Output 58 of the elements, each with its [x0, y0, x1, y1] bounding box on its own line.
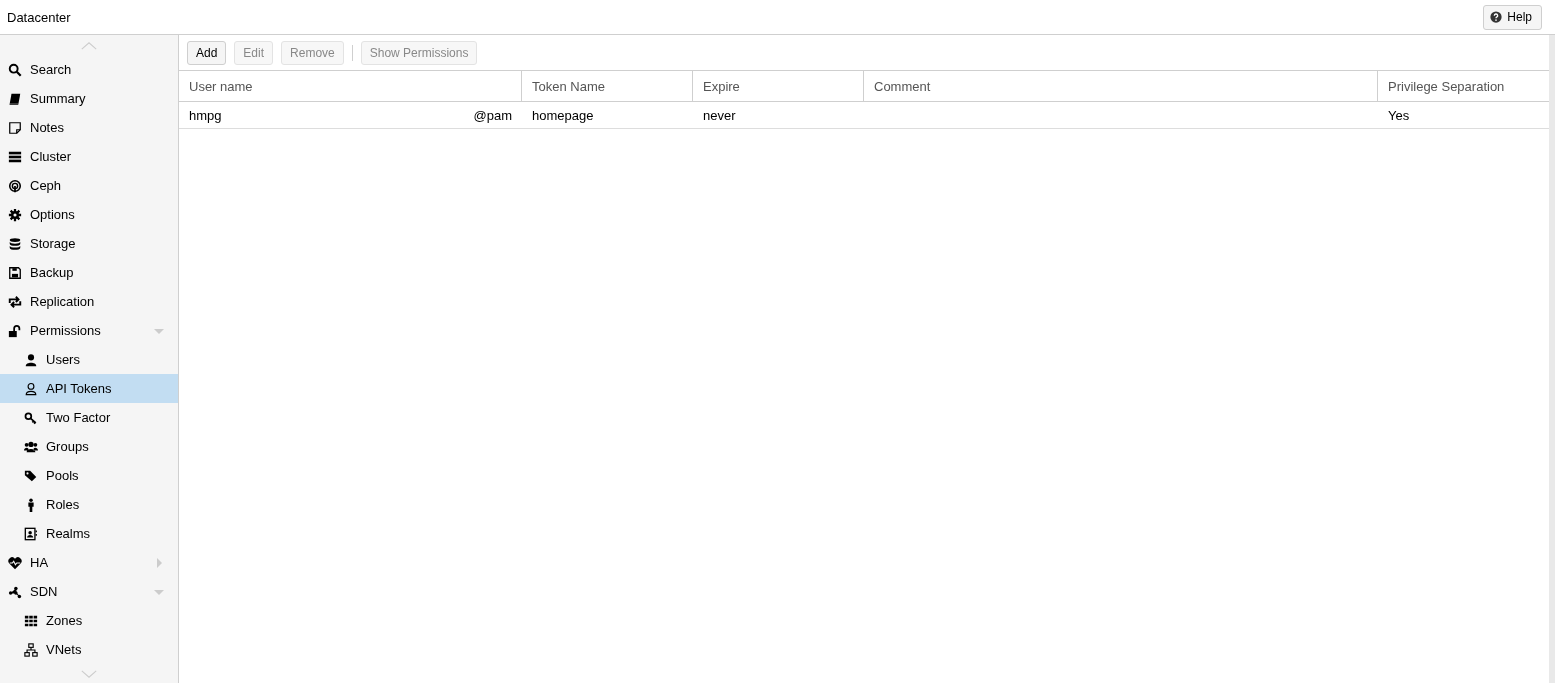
sidebar-item[interactable]: Groups — [0, 432, 178, 461]
scroll-down-icon[interactable] — [80, 669, 98, 679]
id-card-icon — [24, 526, 38, 541]
database-icon — [8, 236, 22, 251]
signal-icon — [8, 178, 22, 193]
column-header[interactable]: Expire — [693, 71, 864, 101]
sidebar-item[interactable]: Ceph — [0, 171, 178, 200]
scroll-up-icon[interactable] — [80, 40, 98, 50]
sidebar-item[interactable]: Summary — [0, 84, 178, 113]
sidebar-item[interactable]: VNets — [0, 635, 178, 664]
help-icon — [1490, 11, 1503, 23]
users-icon — [24, 439, 38, 454]
table-cell: Yes — [1388, 107, 1410, 123]
column-header[interactable]: User name — [179, 71, 522, 101]
sidebar-item[interactable]: HA — [0, 548, 178, 577]
expand-caret-icon[interactable] — [154, 557, 164, 568]
nodes-icon — [8, 584, 22, 599]
server-icon — [8, 149, 22, 164]
table-cell: hmpg — [189, 107, 222, 123]
sidebar-item[interactable]: Options — [0, 200, 178, 229]
column-header[interactable]: Comment — [864, 71, 1378, 101]
sidebar-item[interactable]: Replication — [0, 287, 178, 316]
search-icon — [8, 62, 22, 77]
column-header[interactable]: Token Name — [522, 71, 693, 101]
tags-icon — [24, 468, 38, 483]
user-icon — [24, 352, 38, 367]
sidebar-item[interactable]: Search — [0, 55, 178, 84]
sidebar-item[interactable]: API Tokens — [0, 374, 178, 403]
user-outline-icon — [24, 381, 38, 396]
sidebar-item[interactable]: Realms — [0, 519, 178, 548]
sidebar-item[interactable]: Cluster — [0, 142, 178, 171]
header-title: Datacenter — [7, 9, 71, 25]
sidebar-item[interactable]: Two Factor — [0, 403, 178, 432]
table-cell: never — [703, 107, 736, 123]
table-cell: @pam — [473, 107, 512, 123]
gear-icon — [8, 207, 22, 222]
column-header[interactable]: Privilege Separation — [1378, 71, 1549, 101]
sidebar-item[interactable]: Storage — [0, 229, 178, 258]
note-icon — [8, 120, 22, 135]
sidebar-item[interactable]: Users — [0, 345, 178, 374]
heartbeat-icon — [8, 555, 22, 570]
sidebar-item[interactable]: Roles — [0, 490, 178, 519]
book-icon — [8, 91, 22, 106]
sidebar-item[interactable]: Zones — [0, 606, 178, 635]
grid-icon — [24, 613, 38, 628]
key-icon — [24, 410, 38, 425]
sidebar-item[interactable]: Permissions — [0, 316, 178, 345]
repeat-icon — [8, 294, 22, 309]
table-cell: homepage — [532, 107, 594, 123]
sidebar-item[interactable]: Pools — [0, 461, 178, 490]
toolbar-button[interactable]: Add — [187, 40, 227, 65]
sidebar-item[interactable]: Backup — [0, 258, 178, 287]
sitemap-icon — [24, 642, 38, 657]
sidebar-item[interactable]: Notes — [0, 113, 178, 142]
sidebar-item[interactable]: SDN — [0, 577, 178, 606]
help-button[interactable]: Help — [1483, 4, 1542, 30]
floppy-icon — [8, 265, 22, 280]
unlock-icon — [8, 323, 22, 338]
